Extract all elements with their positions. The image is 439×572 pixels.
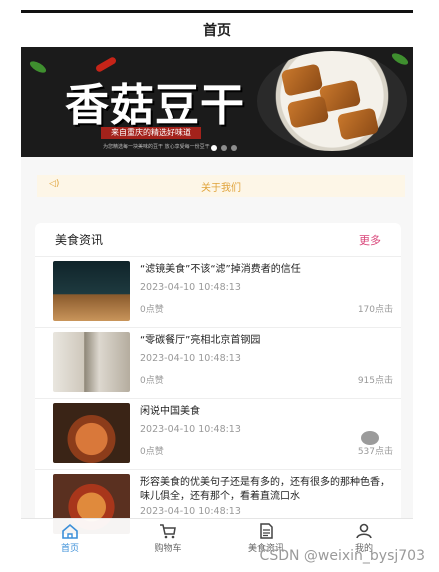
section-title: 美食资讯 (55, 233, 104, 247)
news-time: 2023-04-10 10:48:13 (140, 506, 241, 517)
news-title: 闲说中国美食 (140, 406, 200, 417)
tab-label: 首页 (60, 544, 79, 554)
leaf-decoration (390, 51, 410, 67)
news-thumbnail (53, 403, 130, 463)
section-header: 美食资讯 更多 (35, 223, 401, 257)
tab-cart[interactable]: 购物车 (119, 519, 217, 558)
news-item[interactable]: “零碳餐厅”亮相北京首钢园 2023-04-10 10:48:13 0点赞 91… (35, 328, 401, 399)
document-icon (260, 523, 273, 539)
phone-screen: 首页 香菇豆干 来自重庆的精选好味道 为您精选每一块美味的豆干 放心享受每一份豆… (21, 10, 413, 558)
banner-carousel[interactable]: 香菇豆干 来自重庆的精选好味道 为您精选每一块美味的豆干 放心享受每一份豆干 (21, 47, 413, 157)
home-icon (62, 523, 78, 539)
carousel-dot[interactable] (221, 145, 227, 151)
tab-label: 购物车 (154, 544, 182, 554)
food-news-section: 美食资讯 更多 “滤镜美食”不该“滤”掉消费者的信任 2023-04-10 10… (35, 223, 401, 553)
news-title: “滤镜美食”不该“滤”掉消费者的信任 (140, 264, 301, 275)
news-title: 形容美食的优美句子还是有多的，还有很多的那种色香，味儿俱全，还有那个，看着直流口… (140, 477, 390, 502)
news-title: “零碳餐厅”亮相北京首钢园 (140, 335, 261, 346)
speaker-icon: ◁) (49, 179, 60, 189)
news-clicks: 537点击 (357, 447, 393, 457)
carousel-dot[interactable] (211, 145, 217, 151)
tab-home[interactable]: 首页 (21, 519, 119, 558)
news-thumbnail (53, 332, 130, 392)
watermark-text: CSDN @weixin_bysj703 (259, 548, 425, 564)
news-likes: 0点赞 (140, 447, 164, 457)
news-item[interactable]: 闲说中国美食 2023-04-10 10:48:13 0点赞 537点击 (35, 399, 401, 470)
banner-headline: 香菇豆干 (65, 80, 245, 131)
leaf-decoration (28, 59, 48, 75)
carousel-indicator (211, 145, 237, 151)
news-thumbnail (53, 261, 130, 321)
page-title: 首页 (203, 23, 231, 39)
news-time: 2023-04-10 10:48:13 (140, 353, 241, 364)
news-item[interactable]: “滤镜美食”不该“滤”掉消费者的信任 2023-04-10 10:48:13 0… (35, 257, 401, 328)
loading-indicator (361, 431, 379, 445)
news-clicks: 170点击 (357, 305, 393, 315)
more-link[interactable]: 更多 (359, 232, 381, 248)
user-icon (356, 523, 372, 539)
cart-icon (160, 524, 176, 539)
banner-tagline: 为您精选每一块美味的豆干 放心享受每一份豆干 (103, 144, 210, 150)
about-us-label: 关于我们 (201, 182, 241, 194)
news-likes: 0点赞 (140, 376, 164, 386)
navigation-bar: 首页 (21, 13, 413, 47)
carousel-dot[interactable] (231, 145, 237, 151)
banner-subtag: 来自重庆的精选好味道 (101, 127, 201, 139)
news-time: 2023-04-10 10:48:13 (140, 282, 241, 293)
news-likes: 0点赞 (140, 305, 164, 315)
news-clicks: 915点击 (357, 376, 393, 386)
about-us-bar[interactable]: ◁) 关于我们 (37, 175, 405, 197)
